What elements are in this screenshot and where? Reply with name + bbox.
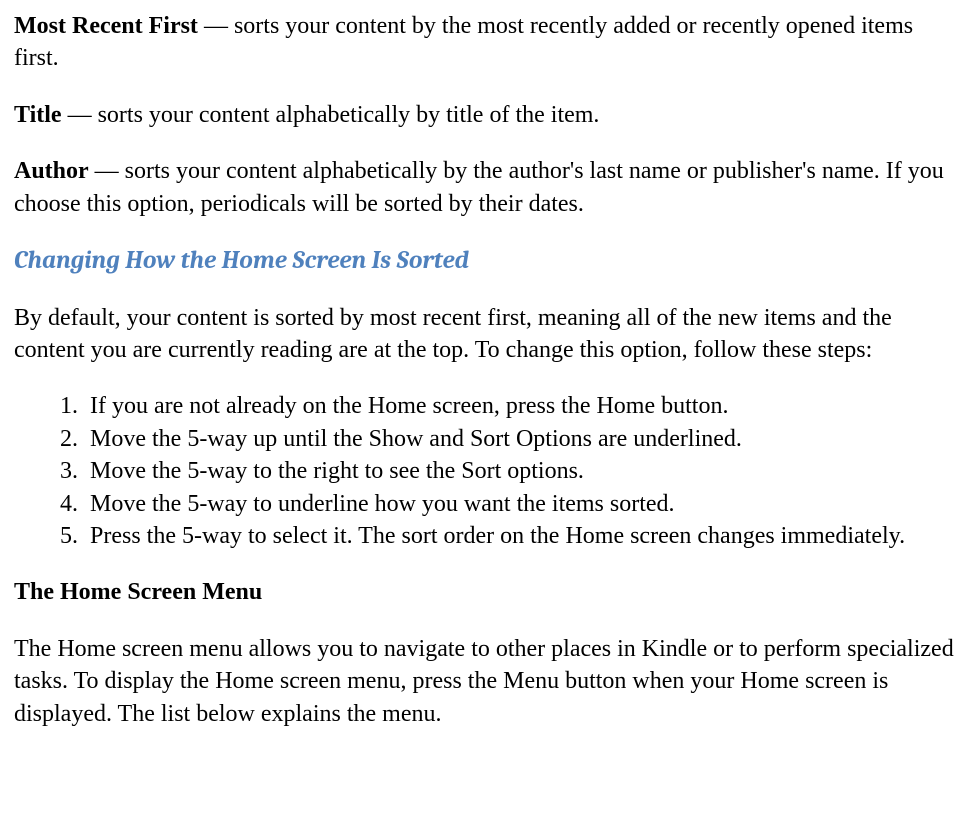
definition-sep: — [89,158,125,184]
list-item: Move the 5-way up until the Show and Sor… [84,423,959,455]
list-item: Move the 5-way to underline how you want… [84,488,959,520]
list-item: If you are not already on the Home scree… [84,390,959,422]
menu-desc-paragraph: The Home screen menu allows you to navig… [14,633,959,730]
list-item: Move the 5-way to the right to see the S… [84,455,959,487]
definition-desc: sorts your content alphabetically by the… [14,158,944,216]
definition-title: Title — sorts your content alphabeticall… [14,99,959,131]
definition-sep: — [62,102,98,128]
definition-author: Author — sorts your content alphabetical… [14,155,959,220]
heading-home-screen-menu: The Home Screen Menu [14,576,959,608]
intro-paragraph: By default, your content is sorted by mo… [14,302,959,367]
steps-list: If you are not already on the Home scree… [14,390,959,552]
definition-sep: — [198,13,234,39]
definition-most-recent-first: Most Recent First — sorts your content b… [14,10,959,75]
definition-term: Author [14,158,89,184]
definition-term: Most Recent First [14,13,198,39]
list-item: Press the 5-way to select it. The sort o… [84,520,959,552]
heading-changing-sort: Changing How the Home Screen Is Sorted [14,244,959,278]
definition-desc: sorts your content alphabetically by tit… [98,102,600,128]
definition-term: Title [14,102,62,128]
